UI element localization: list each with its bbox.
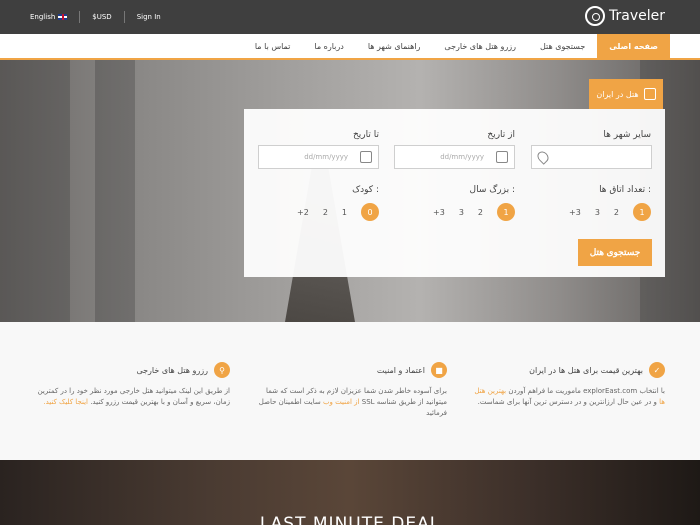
features-section: ✓ بهترین قیمت برای هتل ها در ایران با ان… — [0, 322, 700, 460]
to-date-input[interactable]: dd/mm/yyyy — [258, 145, 379, 169]
nav-item-home[interactable]: صفحه اصلی — [597, 34, 670, 60]
rooms-label: تعداد اتاق ها : — [599, 185, 651, 195]
main-nav: صفحه اصلی جستجوی هتل رزرو هتل های خارجی … — [0, 34, 700, 60]
hotel-search-form: سایر شهر ها از تاریخ تا تاریخ dd/mm/yyyy… — [244, 109, 665, 277]
tab-hotel-iran[interactable]: هتل در ایران — [589, 79, 663, 109]
desc-text: با انتخاب explorEast.com ماموریت ما فراه… — [506, 387, 665, 395]
hero-pillar — [0, 60, 70, 322]
children-option[interactable]: 2 — [323, 208, 328, 217]
rooms-option[interactable]: 3 — [595, 208, 600, 217]
rooms-option[interactable]: 1 — [633, 203, 651, 221]
city-label: سایر شهر ها — [603, 130, 651, 140]
last-minute-deal-banner: LAST MINUTE DEAL — [0, 460, 700, 525]
children-option[interactable]: 1 — [342, 208, 347, 217]
from-date-label: از تاریخ — [487, 130, 515, 140]
adults-option[interactable]: 3 — [459, 208, 464, 217]
children-option[interactable]: 0 — [361, 203, 379, 221]
nav-item-contact[interactable]: تماس با ما — [243, 34, 303, 60]
divider — [123, 11, 125, 23]
calendar-icon — [360, 151, 372, 163]
date-placeholder: dd/mm/yyyy — [440, 153, 484, 161]
logo[interactable]: Traveler — [585, 6, 665, 26]
language-label: English — [30, 13, 56, 21]
feature-title: اعتماد و امنیت — [376, 365, 425, 375]
search-hotel-button[interactable]: جستجوی هتل — [578, 239, 652, 266]
nav-item-city-guide[interactable]: راهنمای شهر ها — [356, 34, 433, 60]
nav-item-foreign-hotels[interactable]: رزرو هتل های خارجی — [432, 34, 528, 60]
adults-option[interactable]: +3 — [433, 208, 445, 217]
desc-link[interactable]: اینجا کلیک کنید. — [43, 398, 88, 406]
signin-link[interactable]: Sign In — [137, 13, 161, 21]
desc-link[interactable]: از امنیت وب — [323, 398, 360, 406]
rooms-selector: 1 2 3 +3 — [569, 203, 651, 221]
adults-option[interactable]: 2 — [478, 208, 483, 217]
feature-foreign-hotels: ⚲ رزرو هتل های خارجی از طریق این لینک می… — [35, 362, 230, 408]
rooms-option[interactable]: +3 — [569, 208, 581, 217]
top-bar-links: English $USD Sign In — [30, 0, 161, 34]
lock-icon: ■ — [431, 362, 447, 378]
feature-best-price: ✓ بهترین قیمت برای هتل ها در ایران با ان… — [470, 362, 665, 408]
uk-flag-icon — [58, 14, 68, 20]
top-bar: English $USD Sign In Traveler — [0, 0, 700, 34]
feature-description: با انتخاب explorEast.com ماموریت ما فراه… — [470, 386, 665, 408]
date-placeholder: dd/mm/yyyy — [304, 153, 348, 161]
checkmark-icon: ✓ — [649, 362, 665, 378]
nav-item-about[interactable]: درباره ما — [302, 34, 355, 60]
hero-pillar — [95, 60, 135, 322]
nav-item-hotel-search[interactable]: جستجوی هتل — [528, 34, 597, 60]
to-date-label: تا تاریخ — [352, 130, 379, 140]
traveler-logo-icon — [585, 6, 605, 26]
feature-description: برای آسوده خاطر شدن شما عزیزان لازم به ذ… — [252, 386, 447, 419]
feature-description: از طریق این لینک میتوانید هتل خارجی مورد… — [35, 386, 230, 408]
logo-text: Traveler — [609, 8, 665, 24]
hotel-icon — [643, 88, 656, 100]
children-selector: 0 1 2 +2 — [297, 203, 379, 221]
adults-label: بزرگ سال : — [469, 185, 515, 195]
children-label: کودک : — [352, 185, 379, 195]
calendar-icon — [496, 151, 508, 163]
divider — [79, 11, 81, 23]
feature-trust: ■ اعتماد و امنیت برای آسوده خاطر شدن شما… — [252, 362, 447, 419]
location-pin-icon — [535, 149, 551, 165]
rooms-option[interactable]: 2 — [614, 208, 619, 217]
desc-text: و در عین حال ارزانترین و در دسترس ترین آ… — [477, 397, 660, 406]
feature-title: بهترین قیمت برای هتل ها در ایران — [529, 365, 643, 375]
children-option[interactable]: +2 — [297, 208, 309, 217]
tab-label: هتل در ایران — [596, 89, 639, 99]
currency-selector[interactable]: $USD — [92, 13, 111, 21]
adults-option[interactable]: 1 — [497, 203, 515, 221]
adults-selector: 1 2 3 +3 — [433, 203, 515, 221]
search-icon: ⚲ — [214, 362, 230, 378]
banner-title: LAST MINUTE DEAL — [259, 514, 441, 525]
from-date-input[interactable]: dd/mm/yyyy — [394, 145, 515, 169]
feature-title: رزرو هتل های خارجی — [136, 365, 208, 375]
language-selector[interactable]: English — [30, 13, 68, 21]
city-input[interactable] — [531, 145, 652, 169]
